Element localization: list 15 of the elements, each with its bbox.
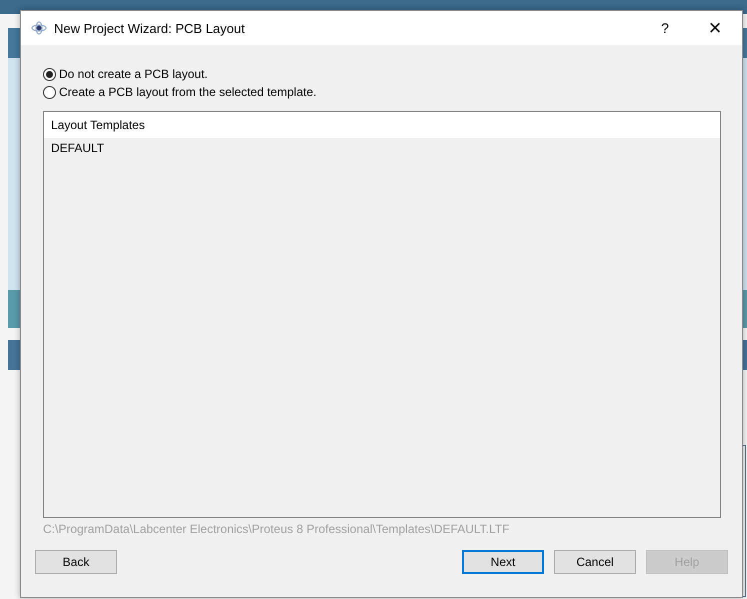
radio-button[interactable] bbox=[43, 68, 56, 80]
help-button[interactable]: ? bbox=[642, 16, 688, 40]
window-title: New Project Wizard: PCB Layout bbox=[54, 20, 246, 36]
radio-button[interactable] bbox=[43, 86, 56, 98]
dialog-button[interactable]: Cancel bbox=[554, 550, 636, 574]
radio-label[interactable]: Create a PCB layout from the selected template. bbox=[59, 85, 316, 99]
template-item[interactable]: DEFAULT bbox=[44, 138, 720, 158]
radio-label[interactable]: Do not create a PCB layout. bbox=[59, 67, 208, 81]
close-button[interactable]: × bbox=[688, 11, 742, 45]
app-icon bbox=[31, 21, 47, 35]
list-header: Layout Templates bbox=[44, 112, 720, 138]
dialog-button[interactable]: Next bbox=[462, 550, 544, 574]
template-list[interactable]: Layout Templates DEFAULT bbox=[43, 111, 721, 518]
template-path: C:\ProgramData\Labcenter Electronics\Proteus 8 Professional\Templates\DEFAULT.LTF bbox=[43, 522, 510, 536]
dialog-button[interactable]: Back bbox=[35, 550, 117, 574]
